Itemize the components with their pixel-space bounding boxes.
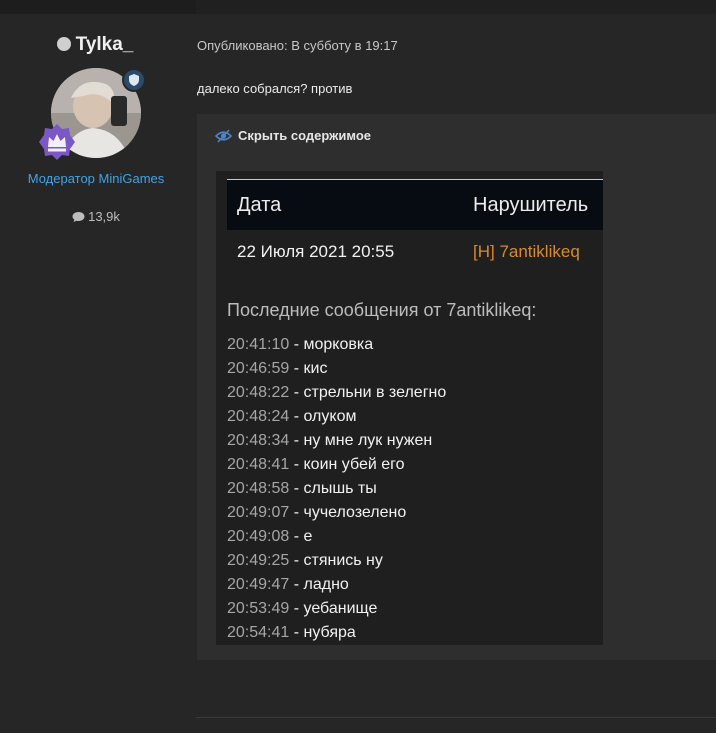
- chat-log-message: - нубяра: [289, 624, 356, 641]
- online-status-icon: [56, 37, 71, 51]
- post-date: Опубликовано: В субботу в 19:17: [197, 38, 398, 53]
- column-header-date: Дата: [237, 194, 282, 216]
- chat-log-message: - кис: [289, 360, 328, 377]
- chat-log-message: - коин убей его: [289, 456, 405, 473]
- chat-log-time: 20:54:41: [227, 624, 290, 641]
- message-count: 13,9k: [0, 209, 192, 224]
- chat-log-line: 20:49:07 - чучелозелено: [227, 501, 446, 525]
- user-role[interactable]: Модератор MiniGames: [0, 171, 192, 186]
- user-sidebar: Tylka_ Модератор MiniGames 13,9k: [0, 14, 196, 733]
- chat-log-message: - морковка: [289, 336, 374, 353]
- chat-log-line: 20:53:49 - уебанище: [227, 597, 446, 621]
- chat-log-line: 20:41:10 - морковка: [227, 333, 446, 357]
- table-header: Дата Нарушитель: [227, 179, 603, 230]
- chat-log-line: 20:48:58 - слышь ты: [227, 477, 446, 501]
- chat-log-time: 20:49:25: [227, 552, 290, 569]
- chat-log-line: 20:49:08 - е: [227, 525, 446, 549]
- chat-log-time: 20:49:07: [227, 504, 290, 521]
- chat-log-line: 20:48:41 - коин убей его: [227, 453, 446, 477]
- screenshot-image: Дата Нарушитель 22 Июля 2021 20:55 [H] 7…: [216, 171, 603, 645]
- table-cell-violator: [H] 7antiklikeq: [473, 242, 580, 261]
- username-label: Tylka_: [75, 34, 134, 55]
- message-count-value: 13,9k: [88, 209, 120, 224]
- comment-icon: [72, 212, 85, 222]
- chat-log-message: - слышь ты: [289, 480, 377, 497]
- top-bar-post-area: [196, 0, 716, 14]
- chat-log-message: - стрельни в зелегно: [289, 384, 447, 401]
- chat-log-time: 20:41:10: [227, 336, 290, 353]
- chat-log: 20:41:10 - морковка 20:46:59 - кис 20:48…: [227, 333, 446, 645]
- chat-log-line: 20:54:41 - нубяра: [227, 621, 446, 645]
- chat-log-line: 20:46:59 - кис: [227, 357, 446, 381]
- crown-icon: [38, 123, 76, 161]
- chat-log-time: 20:48:41: [227, 456, 290, 473]
- chat-log-message: - ну мне лук нужен: [289, 432, 433, 449]
- chat-log-time: 20:48:24: [227, 408, 290, 425]
- chat-log-time: 20:46:59: [227, 360, 290, 377]
- chat-log-line: 20:49:47 - ладно: [227, 573, 446, 597]
- chat-log-message: - чучелозелено: [289, 504, 407, 521]
- chat-log-title: Последние сообщения от 7antiklikeq:: [227, 300, 537, 320]
- chat-log-time: 20:48:58: [227, 480, 290, 497]
- username[interactable]: Tylka_: [0, 34, 190, 56]
- hidden-eye-icon: [214, 129, 233, 143]
- chat-log-message: - е: [289, 528, 313, 545]
- column-header-violator: Нарушитель: [473, 194, 589, 216]
- chat-log-time: 20:48:22: [227, 384, 290, 401]
- chat-log-line: 20:48:24 - олуком: [227, 405, 446, 429]
- post-divider: [196, 717, 716, 718]
- chat-log-time: 20:49:47: [227, 576, 290, 593]
- chat-log-message: - ладно: [289, 576, 349, 593]
- post-text: далеко собрался? против: [197, 81, 353, 96]
- chat-log-message: - олуком: [289, 408, 357, 425]
- chat-log-line: 20:48:34 - ну мне лук нужен: [227, 429, 446, 453]
- chat-log-message: - стянись ну: [289, 552, 383, 569]
- spoiler-toggle-button[interactable]: Скрыть содержимое: [214, 128, 371, 143]
- chat-log-time: 20:49:08: [227, 528, 290, 545]
- spoiler-block: Скрыть содержимое Дата Нарушитель 22 Июл…: [197, 114, 716, 660]
- chat-log-time: 20:53:49: [227, 600, 290, 617]
- chat-log-line: 20:48:22 - стрельни в зелегно: [227, 381, 446, 405]
- spoiler-toggle-label: Скрыть содержимое: [238, 128, 371, 143]
- top-bar: [0, 0, 716, 14]
- chat-log-line: 20:49:25 - стянись ну: [227, 549, 446, 573]
- shield-icon: [122, 68, 146, 92]
- chat-log-message: - уебанище: [289, 600, 378, 617]
- table-cell-date: 22 Июля 2021 20:55: [237, 242, 395, 261]
- chat-log-time: 20:48:34: [227, 432, 290, 449]
